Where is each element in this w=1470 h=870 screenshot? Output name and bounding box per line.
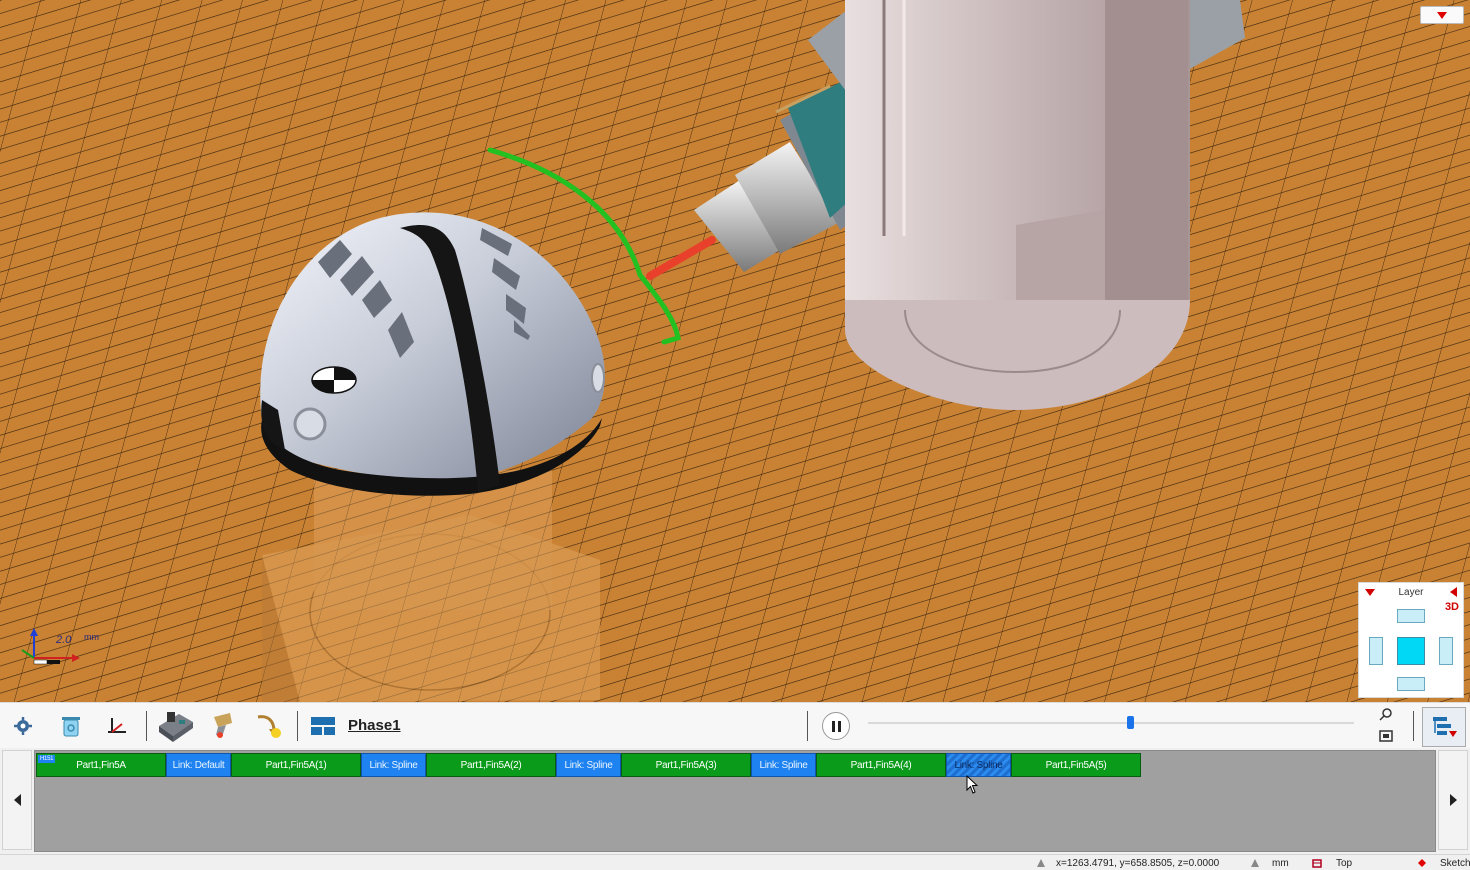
timeline-link-current[interactable]: Link: Spline [946,753,1011,777]
3d-viewport[interactable]: 2.0 mm Layer 3D [0,0,1470,702]
sketch-mode-indicator[interactable]: Sketch [1440,858,1470,869]
timeline-item-label: Link: Spline [564,759,613,771]
pause-button[interactable] [822,712,850,740]
timeline-item-label: Link: Spline [759,759,808,771]
timeline-link[interactable]: Link: Default [166,753,231,777]
app-window: 2.0 mm Layer 3D Phase1 H151 Part1,Fin5A … [0,0,1470,870]
scene-canvas[interactable] [0,0,1470,702]
delete-button[interactable] [54,709,88,743]
view-left-button[interactable] [1369,637,1383,665]
axis-triad-icon [21,628,80,665]
trash-icon [62,717,80,737]
axis-scale-value: 2.0 [56,634,72,646]
collapse-panel-icon[interactable] [1450,587,1457,597]
tool-icon [214,713,232,738]
timeline-item-label: Part1,Fin5A(2) [460,759,522,771]
timeline-item-label: Link: Spline [954,759,1003,771]
simulate-button[interactable] [252,709,286,743]
simulate-icon [257,715,281,738]
mouse-cursor-icon [966,775,979,794]
phase-layout-button[interactable] [306,709,340,743]
timeline-scroll-right[interactable] [1438,750,1468,850]
timeline-link[interactable]: Link: Spline [751,753,816,777]
sketch-icon [1418,859,1426,867]
timeline-item-label: Part1,Fin5A [76,759,126,771]
layer-panel-title: Layer [1398,587,1424,598]
operation-tag: H151 [38,755,56,763]
chevron-left-icon [13,794,21,806]
timeline-item-label: Link: Default [172,759,225,771]
view-mode-3d[interactable]: 3D [1445,601,1459,613]
settings-button[interactable] [6,709,40,743]
machine-button[interactable] [154,707,196,745]
timeline-item-label: Part1,Fin5A(3) [655,759,717,771]
view-cube-icon [1312,859,1322,868]
timeline-operation[interactable]: Part1,Fin5A(3) [621,753,751,777]
coordinate-icon [1037,859,1045,867]
timeline-track[interactable]: H151 Part1,Fin5A Link: Default Part1,Fin… [34,750,1436,852]
operation-tree-icon [1433,717,1457,737]
view-bottom-button[interactable] [1397,677,1425,691]
timeline-link[interactable]: Link: Spline [556,753,621,777]
timeline-item-label: Link: Spline [369,759,418,771]
timeline-item-label: Part1,Fin5A(4) [850,759,912,771]
chevron-right-icon [1449,794,1457,806]
phase-layout-icon [311,717,335,735]
simulation-toolbar: Phase1 [0,702,1470,748]
tool-button[interactable] [204,709,238,743]
timeline-scroll-left[interactable] [2,750,32,850]
unit-icon [1251,859,1259,867]
timeline-operation[interactable]: Part1,Fin5A(1) [231,753,361,777]
axis-scale-unit: mm [84,632,99,642]
cursor-coordinates: x=1263.4791, y=658.8505, z=0.0000 [1056,858,1220,869]
unit-indicator[interactable]: mm [1272,858,1289,869]
toolbar-divider [146,711,147,741]
operation-timeline: H151 Part1,Fin5A Link: Default Part1,Fin… [0,748,1470,854]
settings-icon [14,717,32,735]
machine-icon [159,712,193,742]
simulation-progress-thumb[interactable] [1127,716,1135,729]
toolbar-divider [297,711,298,741]
view-right-button[interactable] [1439,637,1453,665]
timeline-operation[interactable]: Part1,Fin5A(2) [426,753,556,777]
pause-icon [831,720,835,732]
timeline-item-label: Part1,Fin5A(1) [265,759,327,771]
coordinate-axes-icon [108,718,126,733]
timeline-item-label: Part1,Fin5A(5) [1045,759,1107,771]
operation-tree-button[interactable] [1422,707,1466,747]
phase-name-link[interactable]: Phase1 [348,717,401,734]
axis-triad: 2.0 mm [14,624,99,674]
toolbar-divider [807,711,808,741]
coordinate-system-button[interactable] [100,709,134,743]
timeline-operation[interactable]: Part1,Fin5A(5) [1011,753,1141,777]
layer-view-panel: Layer 3D [1358,582,1464,698]
view-front-button[interactable] [1397,637,1425,665]
timeline-operation[interactable]: H151 Part1,Fin5A [36,753,166,777]
timeline-operation[interactable]: Part1,Fin5A(4) [816,753,946,777]
floor-grid [0,0,1470,702]
view-indicator[interactable]: Top [1336,858,1352,869]
dropdown-icon [1437,11,1447,19]
zoom-icon[interactable] [1378,707,1394,721]
zoom-fit-icon[interactable] [1378,729,1394,743]
toolbar-divider [1413,711,1414,741]
simulation-progress-track[interactable] [868,722,1354,724]
status-bar: x=1263.4791, y=658.8505, z=0.0000 mm Top… [0,854,1470,870]
view-top-button[interactable] [1397,609,1425,623]
timeline-link[interactable]: Link: Spline [361,753,426,777]
view-menu-dropdown-button[interactable] [1420,6,1464,24]
